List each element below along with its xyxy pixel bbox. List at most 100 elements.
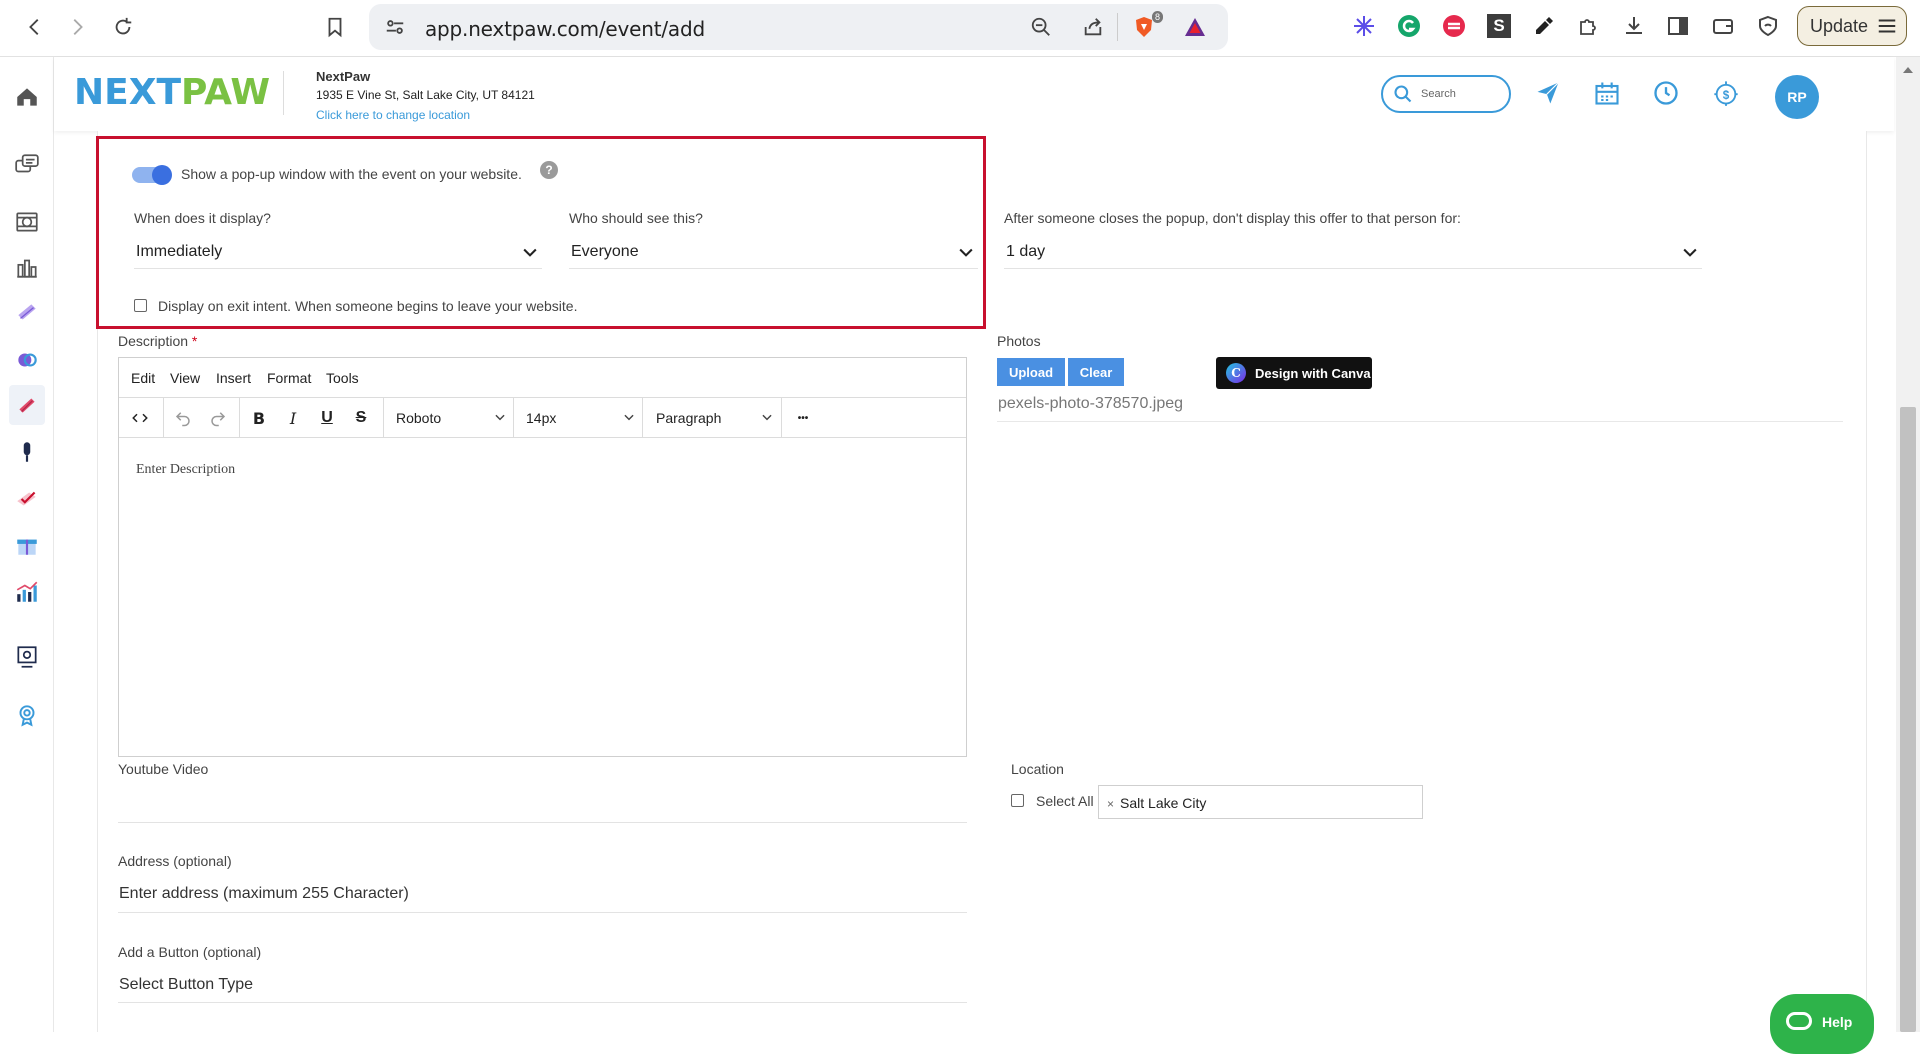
button-type-select[interactable]: Select Button Type bbox=[119, 976, 253, 994]
redo-button[interactable] bbox=[204, 404, 232, 432]
share-icon[interactable] bbox=[1081, 15, 1105, 39]
downloads-icon[interactable] bbox=[1620, 12, 1648, 40]
brave-shields-icon[interactable]: 8 bbox=[1129, 11, 1163, 39]
home-nav[interactable] bbox=[9, 77, 45, 117]
bold-button[interactable]: B bbox=[245, 404, 273, 432]
campaigns-nav[interactable] bbox=[9, 479, 45, 519]
more-options-button[interactable]: ••• bbox=[789, 404, 817, 432]
tickets-nav[interactable] bbox=[9, 293, 45, 333]
update-button[interactable]: Update bbox=[1797, 6, 1907, 46]
strikethrough-button[interactable]: S bbox=[347, 404, 375, 432]
eyedropper-extension-icon[interactable] bbox=[1530, 12, 1558, 40]
menu-format[interactable]: Format bbox=[267, 370, 311, 386]
chevron-down-icon[interactable] bbox=[622, 410, 636, 424]
chevron-down-icon[interactable] bbox=[760, 410, 774, 424]
description-placeholder[interactable]: Enter Description bbox=[136, 462, 235, 478]
header-search-input[interactable]: Search bbox=[1381, 75, 1511, 113]
italic-button[interactable]: I bbox=[279, 404, 307, 432]
help-button[interactable]: Help bbox=[1770, 994, 1874, 1054]
undo-icon bbox=[175, 412, 190, 427]
clear-button[interactable]: Clear bbox=[1068, 358, 1124, 386]
menu-insert[interactable]: Insert bbox=[216, 370, 251, 386]
add-button-label: Add a Button (optional) bbox=[118, 944, 262, 960]
editor-menubar: Edit View Insert Format Tools bbox=[119, 358, 966, 398]
podcast-nav[interactable] bbox=[9, 432, 45, 472]
after-close-value: 1 day bbox=[1006, 243, 1046, 260]
toolbar-separator bbox=[781, 398, 782, 437]
location-multiselect[interactable]: × Salt Lake City bbox=[1098, 785, 1423, 819]
url-divider bbox=[1117, 13, 1118, 41]
perplexity-extension-icon[interactable] bbox=[1350, 12, 1378, 40]
scroll-up-arrow-icon[interactable] bbox=[1903, 67, 1913, 73]
send-button[interactable] bbox=[1532, 77, 1564, 109]
history-button[interactable] bbox=[1650, 77, 1682, 109]
font-size-select[interactable]: 14px bbox=[526, 410, 556, 426]
coupons-nav[interactable] bbox=[9, 202, 45, 242]
chevron-down-icon[interactable] bbox=[493, 410, 507, 424]
design-with-canva-button[interactable]: C Design with Canva bbox=[1216, 357, 1372, 389]
gifts-nav[interactable] bbox=[9, 525, 45, 565]
events-nav[interactable] bbox=[9, 385, 45, 425]
back-button[interactable] bbox=[18, 10, 52, 44]
money-icon bbox=[16, 212, 38, 232]
toolbar-separator bbox=[163, 398, 164, 437]
grammarly-extension-icon[interactable] bbox=[1395, 12, 1423, 40]
user-avatar[interactable]: RP bbox=[1775, 75, 1819, 119]
page-scrollbar[interactable] bbox=[1896, 57, 1920, 1032]
address-input[interactable]: Enter address (maximum 255 Character) bbox=[119, 885, 409, 903]
youtube-input[interactable] bbox=[118, 785, 967, 823]
source-code-button[interactable] bbox=[126, 404, 154, 432]
menu-edit[interactable]: Edit bbox=[131, 370, 155, 386]
s-extension-icon[interactable]: S bbox=[1485, 12, 1513, 40]
upload-button[interactable]: Upload bbox=[997, 358, 1065, 386]
calendar-button[interactable] bbox=[1591, 77, 1623, 109]
location-address: 1935 E Vine St, Salt Lake City, UT 84121 bbox=[316, 88, 535, 102]
loyalty-nav[interactable] bbox=[9, 340, 45, 380]
analytics-nav[interactable] bbox=[9, 247, 45, 287]
after-close-select[interactable]: 1 day bbox=[1004, 235, 1702, 269]
who-see-select[interactable]: Everyone bbox=[569, 235, 978, 269]
admin-nav[interactable] bbox=[9, 637, 45, 677]
forward-button[interactable] bbox=[60, 10, 94, 44]
help-tooltip-icon[interactable]: ? bbox=[540, 161, 558, 179]
reload-button[interactable] bbox=[106, 10, 140, 44]
canva-icon: C bbox=[1226, 363, 1246, 383]
exit-intent-checkbox[interactable] bbox=[134, 299, 147, 312]
change-location-link[interactable]: Click here to change location bbox=[316, 108, 470, 122]
toolbar-separator bbox=[383, 398, 384, 437]
vpn-shield-icon[interactable] bbox=[1754, 12, 1782, 40]
red-extension-icon[interactable] bbox=[1440, 12, 1468, 40]
site-settings-icon[interactable] bbox=[383, 15, 407, 39]
menu-view[interactable]: View bbox=[170, 370, 200, 386]
address-bar[interactable]: app.nextpaw.com/event/add 8 bbox=[369, 4, 1228, 50]
scrollbar-thumb[interactable] bbox=[1900, 407, 1916, 1032]
url-text[interactable]: app.nextpaw.com/event/add bbox=[425, 17, 705, 41]
menu-tools[interactable]: Tools bbox=[326, 370, 359, 386]
sidebar-toggle-icon[interactable] bbox=[1664, 12, 1692, 40]
messages-nav[interactable] bbox=[9, 145, 45, 185]
location-tag[interactable]: × Salt Lake City bbox=[1107, 795, 1206, 811]
gift-icon bbox=[17, 539, 37, 555]
font-family-select[interactable]: Roboto bbox=[396, 410, 441, 426]
undo-button[interactable] bbox=[169, 404, 197, 432]
select-all-checkbox[interactable] bbox=[1011, 794, 1024, 807]
nextpaw-logo[interactable]: NEXTPAW bbox=[74, 72, 270, 113]
app-header: NEXTPAW NextPaw 1935 E Vine St, Salt Lak… bbox=[54, 57, 1894, 131]
reports-nav[interactable] bbox=[9, 572, 45, 612]
underline-button[interactable]: U bbox=[313, 404, 341, 432]
remove-tag-icon[interactable]: × bbox=[1107, 797, 1114, 811]
zoom-out-icon[interactable] bbox=[1029, 15, 1053, 39]
location-label: Location bbox=[1011, 761, 1064, 777]
bookmark-button[interactable] bbox=[318, 10, 352, 44]
popup-toggle[interactable] bbox=[132, 165, 172, 185]
extensions-puzzle-icon[interactable] bbox=[1575, 12, 1603, 40]
block-format-select[interactable]: Paragraph bbox=[656, 410, 721, 426]
brave-rewards-icon[interactable] bbox=[1183, 15, 1207, 39]
when-display-select[interactable]: Immediately bbox=[134, 235, 542, 269]
rewards-nav[interactable] bbox=[9, 695, 45, 735]
toggle-knob bbox=[152, 165, 172, 185]
calendar-icon bbox=[1595, 82, 1619, 105]
paper-plane-icon bbox=[1537, 82, 1559, 104]
wallet-icon[interactable] bbox=[1709, 12, 1737, 40]
billing-button[interactable]: $ bbox=[1710, 77, 1742, 109]
